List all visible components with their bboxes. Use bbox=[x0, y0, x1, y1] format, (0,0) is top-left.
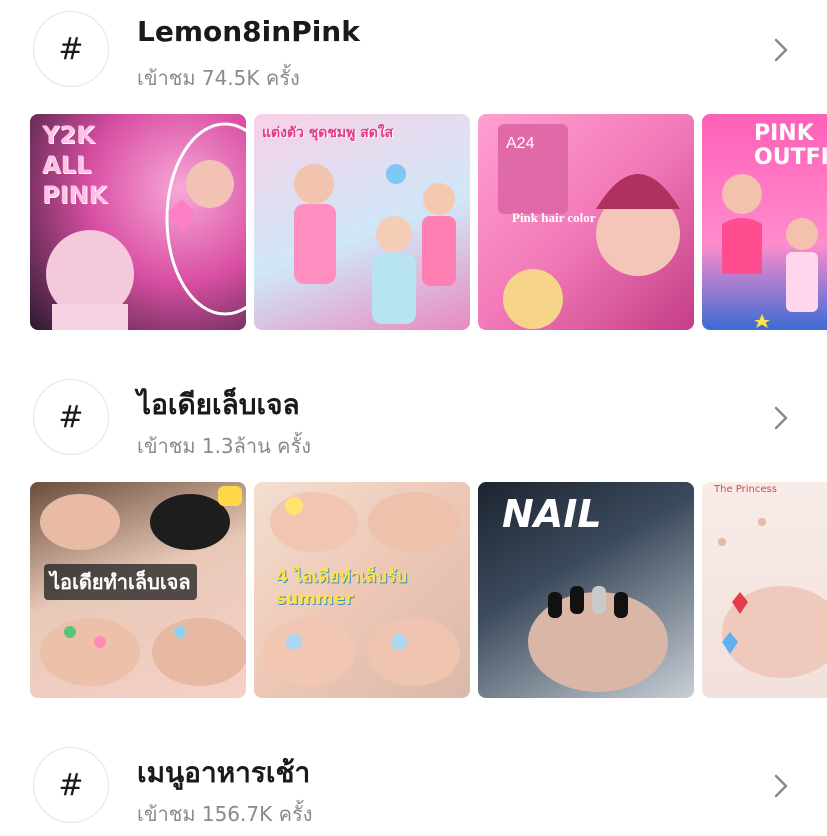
hashtag-section: # Lemon8inPink เข้าชม 74.5K ครั้ง Y2K AL… bbox=[0, 0, 827, 330]
hashtag-icon: # bbox=[33, 379, 109, 455]
hashtag-view-count: เข้าชม 1.3ล้าน ครั้ง bbox=[137, 434, 312, 458]
hashtag-header[interactable]: # Lemon8inPink เข้าชม 74.5K ครั้ง bbox=[0, 0, 827, 100]
thumbnail-caption: Pink hair color bbox=[512, 210, 596, 225]
hashtag-title: เมนูอาหารเช้า bbox=[137, 756, 311, 789]
hashtag-view-count: เข้าชม 156.7K ครั้ง bbox=[137, 802, 313, 826]
thumbnail-caption: PINK OUTFIT bbox=[754, 121, 827, 170]
hashtag-header[interactable]: # ไอเดียเล็บเจล เข้าชม 1.3ล้าน ครั้ง bbox=[0, 368, 827, 468]
thumbnail-caption: แต่งตัว ชุดชมพู สดใส bbox=[262, 125, 394, 141]
hashtag-view-count: เข้าชม 74.5K ครั้ง bbox=[137, 66, 300, 90]
hashtag-icon: # bbox=[33, 11, 109, 87]
hashtag-section: # ไอเดียเล็บเจล เข้าชม 1.3ล้าน ครั้ง ไอเ… bbox=[0, 368, 827, 698]
thumbnail-image[interactable]: The Princess bbox=[702, 482, 827, 698]
chevron-right-icon[interactable] bbox=[769, 772, 793, 800]
chevron-right-icon[interactable] bbox=[769, 404, 793, 432]
thumbnail-caption: ไอเดียทำเล็บเจล bbox=[44, 564, 197, 600]
thumbnail-image[interactable]: 4 ไอเดียทำเล็บรับ summer bbox=[254, 482, 470, 698]
thumbnail-image[interactable]: NAIL bbox=[478, 482, 694, 698]
thumbnail-row: ไอเดียทำเล็บเจล 4 ไอเดียทำเล็บรับ summer bbox=[0, 482, 827, 698]
svg-text:A24: A24 bbox=[506, 135, 535, 152]
hashtag-title: Lemon8inPink bbox=[137, 15, 360, 48]
thumbnail-row: Y2K ALL PINK แต่งตัว ชุดชมพู สดใส A24 Pi… bbox=[0, 114, 827, 330]
thumbnail-caption: Y2K ALL PINK bbox=[42, 121, 108, 209]
thumbnail-image[interactable]: A24 Pink hair color bbox=[478, 114, 694, 330]
thumbnail-image[interactable]: PINK OUTFIT bbox=[702, 114, 827, 330]
hashtag-section: # เมนูอาหารเช้า เข้าชม 156.7K ครั้ง bbox=[0, 736, 827, 836]
thumbnail-image[interactable]: ไอเดียทำเล็บเจล bbox=[30, 482, 246, 698]
hashtag-header[interactable]: # เมนูอาหารเช้า เข้าชม 156.7K ครั้ง bbox=[0, 736, 827, 836]
thumbnail-image[interactable]: Y2K ALL PINK bbox=[30, 114, 246, 330]
thumbnail-image[interactable]: แต่งตัว ชุดชมพู สดใส bbox=[254, 114, 470, 330]
chevron-right-icon[interactable] bbox=[769, 36, 793, 64]
hashtag-icon: # bbox=[33, 747, 109, 823]
thumbnail-caption: The Princess bbox=[714, 484, 777, 495]
thumbnail-caption: 4 ไอเดียทำเล็บรับ summer bbox=[276, 567, 408, 609]
thumbnail-caption: NAIL bbox=[502, 492, 602, 536]
hashtag-title: ไอเดียเล็บเจล bbox=[137, 388, 300, 421]
